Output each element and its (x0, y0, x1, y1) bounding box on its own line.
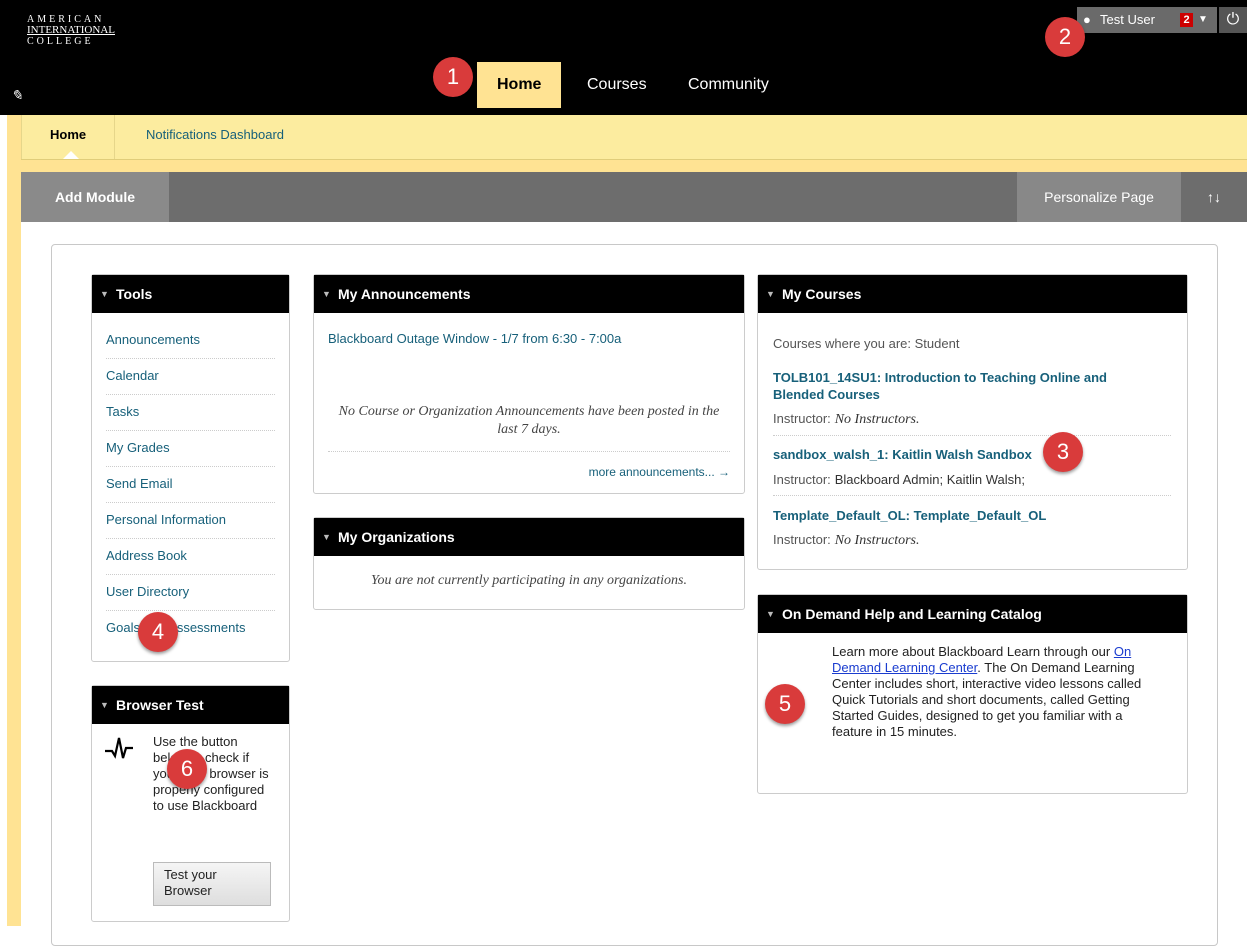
course-instructor: Instructor: Blackboard Admin; Kaitlin Wa… (773, 471, 1025, 487)
tool-link[interactable]: My Grades (106, 431, 275, 467)
browser-test-module-title: Browser Test (116, 697, 204, 713)
instructor-value: Blackboard Admin; Kaitlin Walsh; (834, 472, 1025, 487)
collapse-triangle-icon[interactable]: ▼ (766, 275, 775, 313)
divider (773, 495, 1171, 496)
instructor-label: Instructor: (773, 411, 831, 426)
heartbeat-icon (105, 737, 133, 759)
collapse-triangle-icon[interactable]: ▼ (322, 275, 331, 313)
tools-module-title: Tools (116, 286, 153, 302)
college-logo[interactable]: AMERICAN INTERNATIONAL COLLEGE (27, 14, 115, 47)
tools-module: ▼ Tools Announcements Calendar Tasks My … (91, 274, 290, 662)
help-module-header[interactable]: ▼ On Demand Help and Learning Catalog (758, 595, 1187, 633)
sub-navigation: Home Notifications Dashboard (21, 115, 1247, 160)
announcements-module: ▼ My Announcements Blackboard Outage Win… (313, 274, 745, 494)
announcements-empty-message: No Course or Organization Announcements … (338, 404, 720, 437)
organizations-module-header[interactable]: ▼ My Organizations (314, 518, 744, 556)
course-link[interactable]: sandbox_walsh_1: Kaitlin Walsh Sandbox (773, 447, 1163, 462)
logo-line2: INTERNATIONAL (27, 24, 115, 36)
subtab-notifications-dashboard[interactable]: Notifications Dashboard (118, 115, 312, 159)
collapse-triangle-icon[interactable]: ▼ (100, 686, 109, 724)
tools-list: Announcements Calendar Tasks My Grades S… (92, 313, 289, 647)
tab-home[interactable]: Home (477, 62, 562, 108)
tab-courses[interactable]: Courses (567, 62, 667, 108)
tool-link[interactable]: Personal Information (106, 503, 275, 539)
tool-link[interactable]: User Directory (106, 575, 275, 611)
tool-link[interactable]: Calendar (106, 359, 275, 395)
user-icon: ● (1083, 12, 1091, 27)
callout-marker-6: 6 (167, 749, 207, 789)
tool-link[interactable]: Announcements (106, 323, 275, 359)
browser-test-module: ▼ Browser Test Use the button below to c… (91, 685, 290, 922)
organizations-empty-message: You are not currently participating in a… (370, 573, 688, 588)
tool-link[interactable]: Address Book (106, 539, 275, 575)
courses-module-header[interactable]: ▼ My Courses (758, 275, 1187, 313)
tools-module-header[interactable]: ▼ Tools (92, 275, 289, 313)
callout-marker-1: 1 (433, 57, 473, 97)
instructor-value: No Instructors. (834, 412, 920, 427)
instructor-label: Instructor: (773, 472, 831, 487)
user-menu[interactable]: ● Test User 2 ▼ (1077, 7, 1217, 33)
user-name: Test User (1100, 12, 1155, 27)
help-text: Learn more about Blackboard Learn throug… (832, 644, 1152, 740)
tool-link[interactable]: Tasks (106, 395, 275, 431)
help-module: ▼ On Demand Help and Learning Catalog Le… (757, 594, 1188, 794)
announcements-module-title: My Announcements (338, 286, 471, 302)
logo-line3: COLLEGE (27, 36, 94, 47)
announcement-link[interactable]: Blackboard Outage Window - 1/7 from 6:30… (328, 331, 621, 346)
tool-link[interactable]: Goals and Assessments (106, 611, 275, 647)
tool-link[interactable]: Send Email (106, 467, 275, 503)
divider (773, 435, 1171, 436)
help-text-before: Learn more about Blackboard Learn throug… (832, 644, 1114, 659)
organizations-module-title: My Organizations (338, 529, 455, 545)
browser-test-module-header[interactable]: ▼ Browser Test (92, 686, 289, 724)
edit-mode-icon[interactable]: ✎ (11, 87, 23, 104)
callout-marker-2: 2 (1045, 17, 1085, 57)
course-instructor: Instructor: No Instructors. (773, 531, 919, 549)
callout-marker-5: 5 (765, 684, 805, 724)
announcements-module-header[interactable]: ▼ My Announcements (314, 275, 744, 313)
test-browser-button[interactable]: Test your Browser (153, 862, 271, 906)
organizations-module: ▼ My Organizations You are not currently… (313, 517, 745, 610)
courses-module: ▼ My Courses Courses where you are: Stud… (757, 274, 1188, 570)
instructor-value: No Instructors. (834, 533, 920, 548)
course-link[interactable]: Template_Default_OL: Template_Default_OL (773, 508, 1163, 523)
add-module-button[interactable]: Add Module (21, 172, 169, 222)
tab-community[interactable]: Community (668, 62, 789, 108)
reorder-icon[interactable]: ↑↓ (1181, 172, 1247, 222)
notification-badge: 2 (1180, 13, 1193, 27)
action-bar: Add Module Personalize Page ↑↓ (21, 172, 1247, 222)
collapse-triangle-icon[interactable]: ▼ (322, 518, 331, 556)
collapse-triangle-icon[interactable]: ▼ (766, 595, 775, 633)
course-instructor: Instructor: No Instructors. (773, 410, 919, 428)
help-module-title: On Demand Help and Learning Catalog (782, 606, 1042, 622)
instructor-label: Instructor: (773, 532, 831, 547)
collapse-triangle-icon[interactable]: ▼ (100, 275, 109, 313)
logout-icon[interactable]: ⏻ (1219, 7, 1247, 33)
courses-intro: Courses where you are: Student (773, 336, 960, 351)
main-content: Add Module Personalize Page ↑↓ ▼ Tools A… (21, 172, 1247, 946)
course-link[interactable]: TOLB101_14SU1: Introduction to Teaching … (773, 369, 1153, 403)
personalize-page-button[interactable]: Personalize Page (1017, 172, 1181, 222)
more-announcements-link[interactable]: more announcements... → (589, 465, 730, 479)
chevron-down-icon: ▼ (1198, 14, 1208, 25)
active-tab-pointer (63, 151, 79, 159)
courses-module-title: My Courses (782, 286, 862, 302)
divider (328, 451, 730, 452)
callout-marker-4: 4 (138, 612, 178, 652)
callout-marker-3: 3 (1043, 432, 1083, 472)
